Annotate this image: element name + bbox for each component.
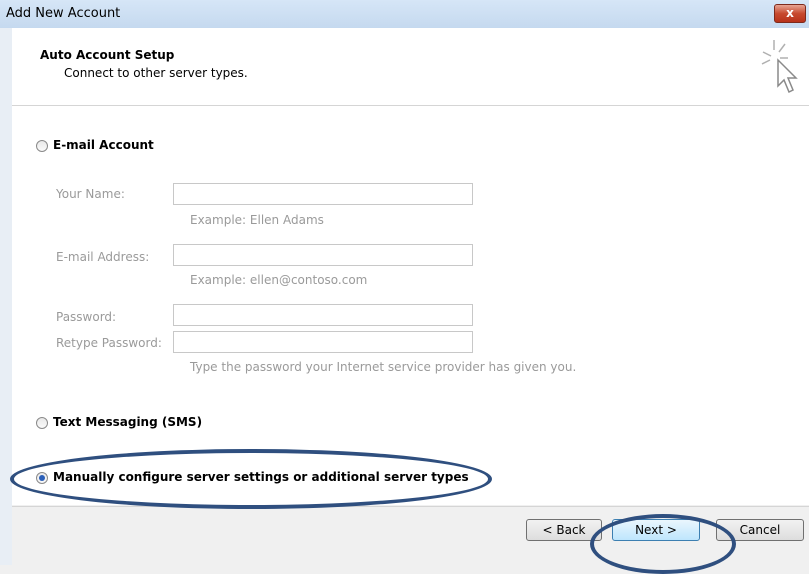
- retype-password-hint: Type the password your Internet service …: [190, 360, 577, 374]
- sms-label[interactable]: Text Messaging (SMS): [53, 415, 202, 429]
- email-account-radio[interactable]: [36, 140, 48, 152]
- retype-password-input[interactable]: [173, 331, 473, 353]
- cancel-button[interactable]: Cancel: [716, 519, 804, 541]
- close-button[interactable]: x: [774, 4, 806, 23]
- header-subtitle: Connect to other server types.: [64, 66, 248, 80]
- sms-radio[interactable]: [36, 417, 48, 429]
- email-account-label[interactable]: E-mail Account: [53, 138, 154, 152]
- password-label: Password:: [56, 310, 117, 324]
- content-panel: E-mail Account Your Name: Example: Ellen…: [12, 106, 809, 505]
- left-edge: [0, 28, 12, 565]
- your-name-label: Your Name:: [56, 187, 125, 201]
- password-input[interactable]: [173, 304, 473, 326]
- email-address-input[interactable]: [173, 244, 473, 266]
- back-button[interactable]: < Back: [526, 519, 602, 541]
- your-name-hint: Example: Ellen Adams: [190, 213, 324, 227]
- manual-config-radio[interactable]: [36, 472, 48, 484]
- manual-config-label[interactable]: Manually configure server settings or ad…: [53, 470, 469, 484]
- header-title: Auto Account Setup: [40, 48, 175, 62]
- your-name-input[interactable]: [173, 183, 473, 205]
- email-address-hint: Example: ellen@contoso.com: [190, 273, 368, 287]
- cursor-sparkle-icon: [761, 40, 798, 94]
- email-address-label: E-mail Address:: [56, 250, 150, 264]
- title-bar: Add New Account x: [0, 0, 809, 29]
- header-panel: Auto Account Setup Connect to other serv…: [12, 28, 809, 106]
- retype-password-label: Retype Password:: [56, 336, 162, 350]
- footer-bar: < Back Next > Cancel: [12, 506, 809, 566]
- next-button[interactable]: Next >: [612, 519, 700, 541]
- window-title: Add New Account: [6, 6, 121, 21]
